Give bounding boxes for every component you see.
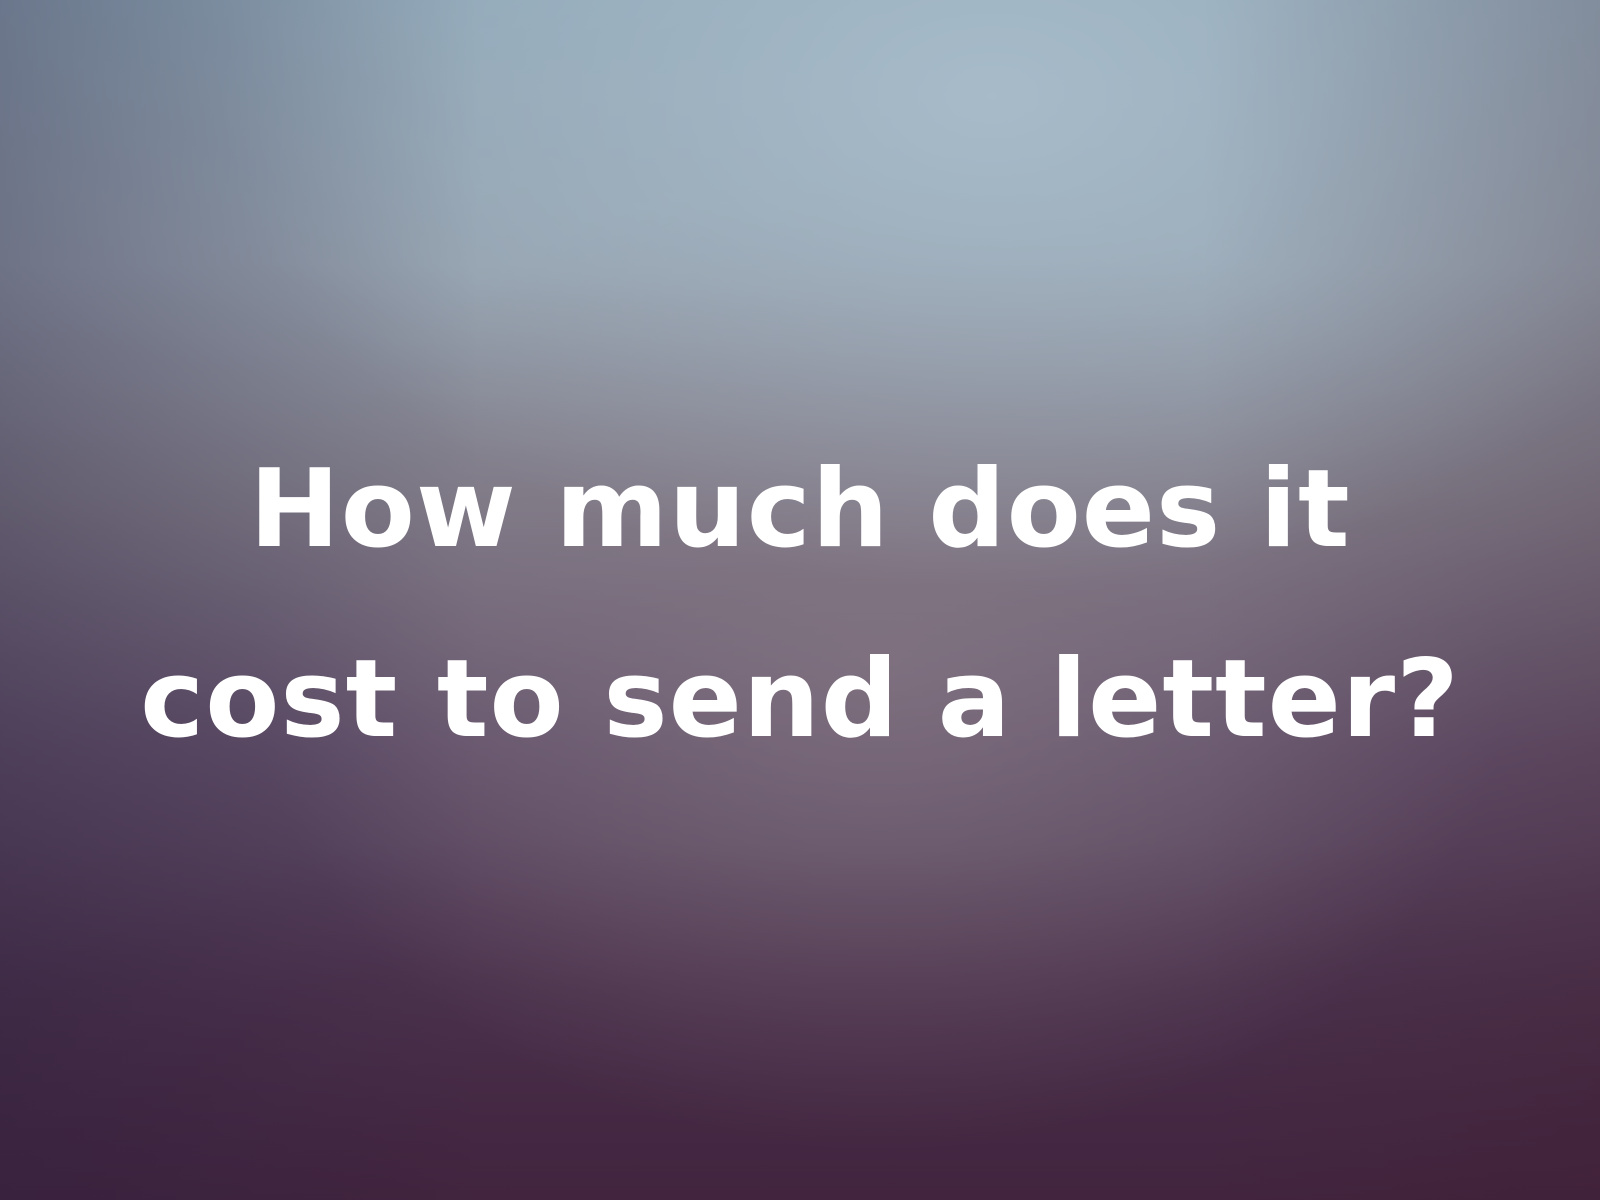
headline: How much does it cost to send a letter? <box>80 415 1520 795</box>
headline-line-1: How much does it <box>249 447 1351 572</box>
headline-line-2: cost to send a letter? <box>140 637 1460 762</box>
